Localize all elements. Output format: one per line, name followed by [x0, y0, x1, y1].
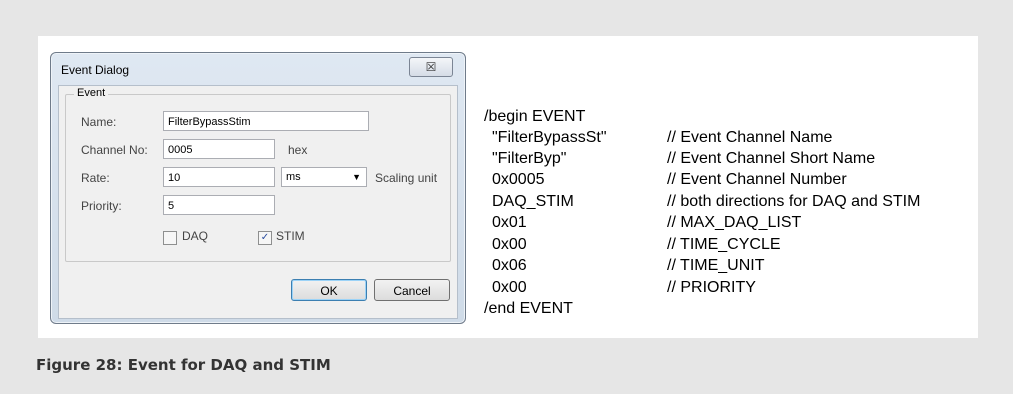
cancel-button[interactable]: Cancel [374, 279, 450, 301]
name-label: Name: [81, 115, 117, 129]
event-groupbox: Event Name: FilterBypassStim Channel No:… [65, 87, 451, 262]
priority-field[interactable]: 5 [163, 195, 275, 215]
code-comment-1: // Event Channel Name [667, 129, 833, 146]
channel-field[interactable]: 0005 [163, 139, 275, 159]
code-comment-4: // both directions for DAQ and STIM [667, 193, 921, 210]
code-value-5: 0x01 [492, 214, 527, 231]
code-value-7: 0x06 [492, 257, 527, 274]
code-value-8: 0x00 [492, 279, 527, 296]
code-comment-8: // PRIORITY [667, 279, 756, 296]
code-comment-2: // Event Channel Short Name [667, 150, 876, 167]
code-comment-6: // TIME_CYCLE [667, 236, 781, 253]
code-begin: /begin EVENT [484, 108, 586, 125]
stim-checkbox[interactable]: ✓ [258, 231, 272, 245]
code-value-2: "FilterByp" [492, 150, 567, 167]
scaling-unit-label: Scaling unit [375, 171, 438, 185]
code-value-1: "FilterBypassSt" [492, 129, 607, 146]
code-comment-3: // Event Channel Number [667, 171, 847, 188]
close-icon: ☒ [425, 60, 437, 74]
code-comment-7: // TIME_UNIT [667, 257, 765, 274]
code-comment-5: // MAX_DAQ_LIST [667, 214, 802, 231]
code-end: /end EVENT [484, 300, 573, 317]
daq-checkbox[interactable] [163, 231, 177, 245]
channel-label: Channel No: [81, 143, 148, 157]
figure-caption: Figure 28: Event for DAQ and STIM [36, 356, 331, 374]
rate-field[interactable]: 10 [163, 167, 275, 187]
code-value-3: 0x0005 [492, 171, 545, 188]
code-value-4: DAQ_STIM [492, 193, 574, 210]
ok-button[interactable]: OK [291, 279, 367, 301]
dialog-client-area: Event Name: FilterBypassStim Channel No:… [58, 85, 458, 319]
daq-label: DAQ [182, 229, 209, 243]
stim-label: STIM [276, 229, 305, 243]
group-label: Event [74, 87, 109, 99]
dropdown-arrow-icon: ▼ [352, 172, 361, 182]
rate-unit-value: ms [286, 171, 301, 183]
event-dialog-window: Event Dialog ☒ Event Name: FilterBypassS… [50, 52, 466, 324]
code-value-6: 0x00 [492, 236, 527, 253]
dialog-title: Event Dialog [61, 63, 130, 77]
channel-unit: hex [288, 143, 308, 157]
check-icon: ✓ [260, 232, 270, 243]
close-button[interactable]: ☒ [409, 57, 453, 77]
rate-unit-select[interactable]: ms ▼ [281, 167, 367, 187]
rate-label: Rate: [81, 171, 110, 185]
priority-label: Priority: [81, 199, 122, 213]
name-field[interactable]: FilterBypassStim [163, 111, 369, 131]
